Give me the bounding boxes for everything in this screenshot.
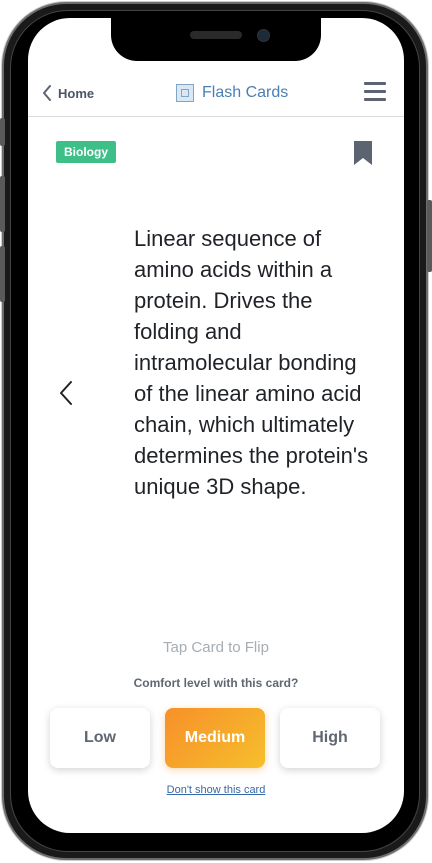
phone-volume-down-button — [0, 246, 5, 302]
flash-card[interactable]: Biology Linear sequence of amino acids w… — [28, 117, 404, 647]
comfort-low-button[interactable]: Low — [50, 708, 150, 768]
comfort-level-buttons: Low Medium High — [50, 708, 382, 768]
subject-tag: Biology — [56, 141, 116, 163]
phone-notch — [111, 18, 321, 61]
app-title: Flash Cards — [176, 78, 288, 108]
comfort-high-button[interactable]: High — [280, 708, 380, 768]
hamburger-menu-icon-line — [364, 90, 386, 93]
flash-card-icon — [176, 84, 194, 102]
dont-show-card-link[interactable]: Don't show this card — [28, 784, 404, 796]
previous-card-arrow-icon[interactable] — [54, 380, 80, 406]
bookmark-icon[interactable] — [352, 140, 374, 166]
comfort-level-question: Comfort level with this card? — [133, 676, 299, 690]
back-label: Home — [58, 85, 95, 101]
back-home-button[interactable]: Home — [42, 78, 94, 108]
chevron-left-icon — [43, 85, 51, 101]
app-screen: Home Flash Cards Biology Linear sequence… — [28, 18, 404, 833]
top-nav-bar: Home Flash Cards — [28, 70, 404, 117]
tap-to-flip-hint: Tap Card to Flip — [163, 639, 269, 656]
hamburger-menu-icon — [364, 82, 386, 85]
card-definition-text: Linear sequence of amino acids within a … — [134, 226, 369, 499]
speaker-grille — [190, 31, 242, 39]
phone-side-button — [0, 118, 5, 146]
front-camera — [257, 29, 270, 42]
app-title-text: Flash Cards — [202, 84, 289, 101]
phone-power-button — [427, 200, 432, 272]
comfort-medium-button[interactable]: Medium — [165, 708, 265, 768]
menu-button[interactable] — [364, 82, 386, 102]
hamburger-menu-icon-line — [364, 98, 386, 101]
phone-volume-up-button — [0, 176, 5, 232]
